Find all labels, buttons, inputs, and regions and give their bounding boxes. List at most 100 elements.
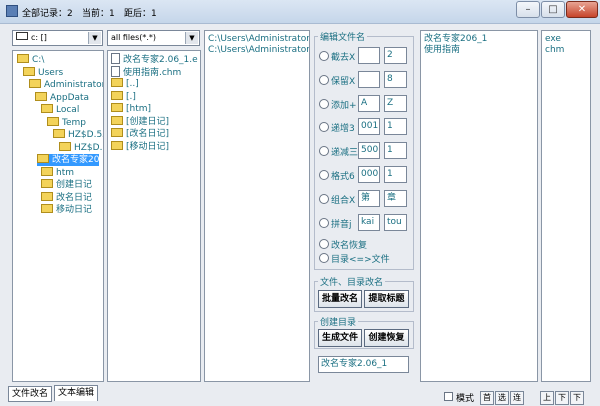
filter-combo[interactable]: all files(*.*) ▼: [107, 30, 200, 46]
tree-node[interactable]: Administrator: [29, 79, 104, 91]
folder-icon: [37, 154, 49, 163]
select-button[interactable]: 选: [495, 391, 509, 405]
chevron-down-icon[interactable]: ▼: [185, 32, 198, 44]
status-field[interactable]: 改名专家2.06_1: [318, 356, 409, 373]
edit-filename-title: 编辑文件名: [318, 30, 368, 43]
tree-node-label: 改名专家20: [52, 155, 100, 165]
folder-tree[interactable]: C:\ Users Administrator AppData Local Temp HZ$…: [12, 50, 104, 382]
tree-node[interactable]: HZ$D.551.7: [59, 141, 103, 154]
maximize-button[interactable]: □: [541, 1, 565, 18]
tree-node[interactable]: Temp: [47, 116, 86, 129]
op-input-b[interactable]: 章: [384, 189, 407, 207]
path-list[interactable]: C:\Users\Administrator\ C:\Users\Adminis…: [204, 30, 310, 382]
tree-node-label: Administrator: [44, 80, 104, 90]
folder-icon: [23, 66, 35, 76]
file-list-item[interactable]: 改名专家2.06_1.e: [111, 53, 198, 65]
tree-node[interactable]: Users: [23, 66, 63, 79]
file-list[interactable]: 改名专家2.06_1.e 使用指南.chm [..] [.] [htm] [创建日记] [改…: [107, 50, 201, 382]
filter-combo-value: all files(*.*): [111, 33, 157, 42]
folder-icon: [111, 128, 123, 137]
mode-label: 模式: [456, 394, 475, 404]
file-list-item[interactable]: [.]: [111, 90, 136, 103]
extract-title-button[interactable]: 提取标题: [364, 290, 409, 308]
tree-node[interactable]: AppData: [35, 91, 89, 104]
tree-node[interactable]: 移动日记: [41, 204, 92, 216]
folder-icon: [17, 54, 29, 63]
name-list[interactable]: 改名专家206_1 使用指南: [420, 30, 538, 382]
op-input-a[interactable]: [358, 70, 380, 88]
dir-file-radio[interactable]: [319, 253, 329, 263]
op-input-a[interactable]: kai: [358, 213, 380, 231]
op-input-b[interactable]: 1: [384, 118, 407, 136]
tree-node[interactable]: Local: [41, 104, 79, 116]
folder-icon: [59, 141, 71, 151]
op-input-b[interactable]: 1: [384, 166, 407, 183]
create-restore-button[interactable]: 创建恢复: [364, 329, 409, 347]
folder-icon: [35, 91, 47, 101]
title-bar: 全部记录：2 当前：1 距后：1 – □ ✕: [0, 0, 600, 24]
op-radio[interactable]: [319, 193, 329, 204]
folder-icon: [111, 140, 123, 150]
tree-node[interactable]: HZ$D.551.7!: [53, 129, 103, 141]
op-radio[interactable]: [319, 217, 329, 228]
up-button[interactable]: 上: [540, 391, 554, 405]
chevron-down-icon[interactable]: ▼: [88, 32, 101, 44]
extension-list[interactable]: exe chm: [541, 30, 591, 382]
op-input-b[interactable]: Z: [384, 94, 407, 112]
tree-node[interactable]: C:\: [17, 54, 44, 66]
op-label: 添加+: [331, 100, 357, 111]
extension-item[interactable]: chm: [545, 44, 564, 56]
file-list-item[interactable]: 使用指南.chm: [111, 65, 181, 78]
folder-icon: [111, 115, 123, 125]
tree-node-label: HZ$D.551.7!: [68, 130, 103, 140]
op-input-a[interactable]: 000: [358, 166, 380, 183]
drive-combo[interactable]: c: [] ▼: [12, 30, 103, 46]
batch-rename-button[interactable]: 批量改名: [318, 290, 362, 308]
next-button[interactable]: 下: [570, 391, 584, 405]
op-label: 组合X: [331, 195, 356, 206]
file-list-label: [移动日记]: [126, 141, 170, 152]
file-list-item[interactable]: [htm]: [111, 103, 151, 115]
close-button[interactable]: ✕: [566, 1, 598, 18]
tree-node[interactable]: htm: [41, 166, 74, 179]
file-list-item[interactable]: [移动日记]: [111, 140, 170, 153]
op-input-b[interactable]: 1: [384, 142, 407, 160]
down-button[interactable]: 下: [555, 391, 569, 405]
op-input-a[interactable]: A: [358, 94, 380, 112]
op-input-a[interactable]: 第: [358, 189, 380, 207]
first-button[interactable]: 首: [480, 391, 494, 405]
generate-file-button[interactable]: 生成文件: [318, 329, 362, 347]
link-button[interactable]: 连: [510, 391, 524, 405]
op-input-b[interactable]: 2: [384, 47, 407, 64]
distance-label: 距后：1: [124, 9, 157, 19]
op-input-a[interactable]: 500: [358, 142, 380, 160]
file-list-item[interactable]: [..]: [111, 78, 139, 90]
op-label: 格式6: [331, 172, 355, 182]
drive-combo-value: c: []: [31, 33, 47, 42]
file-list-label: [htm]: [126, 104, 152, 114]
name-item[interactable]: 使用指南: [424, 44, 460, 56]
restore-radio[interactable]: [319, 239, 329, 249]
path-item[interactable]: C:\Users\Administrator\: [208, 44, 309, 56]
tab-text-edit[interactable]: 文本编辑: [54, 385, 98, 401]
op-radio[interactable]: [319, 74, 329, 85]
file-list-item[interactable]: [改名日记]: [111, 128, 169, 140]
mode-checkbox[interactable]: [444, 392, 453, 401]
op-input-a[interactable]: 001: [358, 118, 380, 136]
file-icon: [111, 53, 120, 64]
folder-icon: [41, 179, 53, 188]
tree-node[interactable]: 改名专家20: [37, 154, 100, 166]
op-radio[interactable]: [319, 98, 329, 109]
op-radio[interactable]: [319, 170, 329, 180]
tree-node[interactable]: 改名日记: [41, 191, 92, 204]
tree-node[interactable]: 创建日记: [41, 179, 92, 191]
op-radio[interactable]: [319, 51, 329, 61]
op-input-b[interactable]: 8: [384, 70, 407, 88]
tree-node-label: Local: [56, 105, 80, 115]
folder-icon: [41, 191, 53, 201]
minimize-button[interactable]: –: [516, 1, 540, 18]
op-input-a[interactable]: [358, 47, 380, 64]
tab-file-rename[interactable]: 文件改名: [8, 386, 52, 402]
file-list-item[interactable]: [创建日记]: [111, 115, 169, 128]
op-input-b[interactable]: tou: [384, 213, 407, 231]
